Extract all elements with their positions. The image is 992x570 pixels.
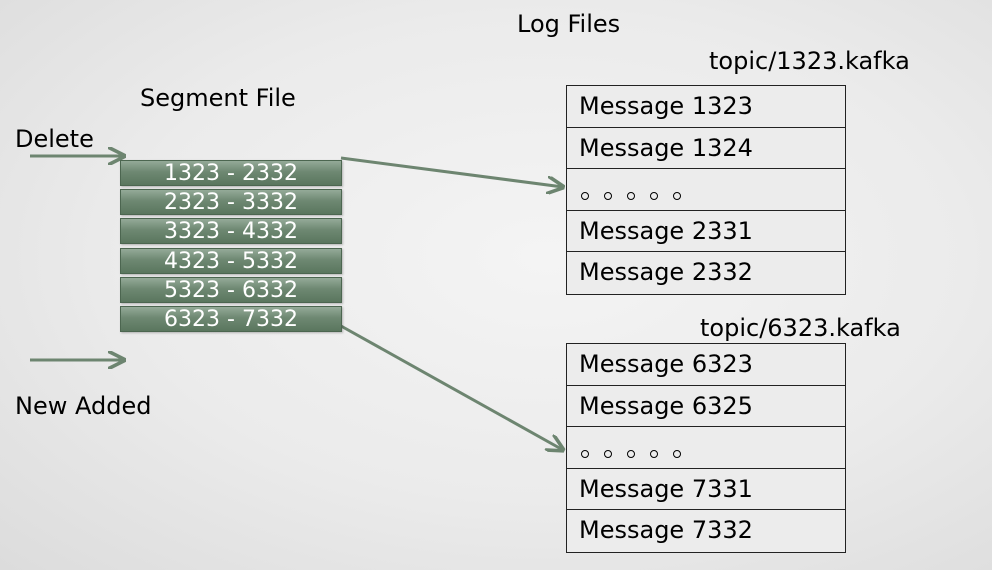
message-row: Message 1323 — [567, 86, 845, 128]
segment-item: 2323 - 3332 — [120, 189, 342, 216]
ellipsis-row — [567, 427, 845, 469]
message-row: Message 7332 — [579, 516, 753, 545]
first-segment-arrow — [340, 156, 563, 187]
message-row: Message 7331 — [567, 469, 845, 511]
ellipsis-row — [567, 169, 845, 211]
segment-item: 3323 - 4332 — [120, 218, 342, 245]
segment-item: 6323 - 7332 — [120, 305, 342, 332]
message-row: Message 2331 — [567, 211, 845, 253]
message-row: Message 6323 — [567, 344, 845, 386]
log-file-table: Message 6323 Message 6325 Message 7331 M… — [566, 343, 846, 553]
last-segment-arrow — [340, 324, 563, 450]
message-row: Message 6325 — [567, 386, 845, 428]
message-row: Message 1324 — [567, 128, 845, 170]
segment-item: 5323 - 6332 — [120, 276, 342, 303]
log-file-table: Message 1323 Message 1324 Message 2331 M… — [566, 85, 846, 295]
message-row: Message 2332 — [579, 258, 753, 287]
segment-item: 4323 - 5332 — [120, 247, 342, 274]
segment-file-list: 1323 - 2332 2323 - 3332 3323 - 4332 4323… — [120, 160, 342, 335]
segment-item: 1323 - 2332 — [120, 160, 342, 186]
